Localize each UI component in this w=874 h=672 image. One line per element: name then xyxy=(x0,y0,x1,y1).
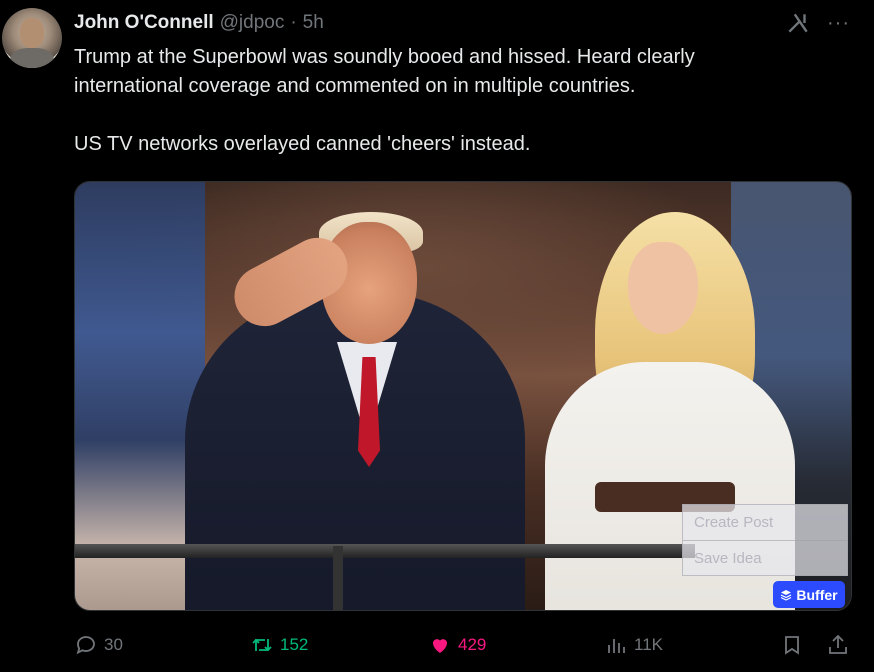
buffer-logo-icon xyxy=(781,589,792,601)
views-icon xyxy=(608,639,625,653)
photo-woman-face xyxy=(628,242,698,334)
repost-icon xyxy=(252,638,272,652)
post-media-photo[interactable]: Create Post Save Idea Buffer xyxy=(74,181,852,611)
post-text-paragraph-1: Trump at the Superbowl was soundly booed… xyxy=(74,46,695,97)
bookmark-icon xyxy=(785,636,799,655)
post-time[interactable]: 5h xyxy=(303,12,324,34)
photo-railing-post xyxy=(333,546,343,610)
buffer-button[interactable]: Buffer xyxy=(773,581,845,608)
repost-count: 152 xyxy=(280,635,309,654)
bookmark-button[interactable] xyxy=(780,629,804,661)
share-icon xyxy=(829,634,847,654)
more-options-icon[interactable]: ··· xyxy=(827,10,850,36)
avatar-shirt xyxy=(10,48,54,68)
views-count: 11K xyxy=(634,635,663,654)
post-text-paragraph-2: US TV networks overlayed canned 'cheers'… xyxy=(74,133,531,155)
author-name[interactable]: John O'Connell xyxy=(74,12,214,34)
author-avatar[interactable] xyxy=(2,8,62,68)
post-actions: 30 152 429 11K xyxy=(74,629,854,661)
buffer-save-idea[interactable]: Save Idea xyxy=(683,540,847,575)
grok-icon[interactable] xyxy=(785,10,811,36)
buffer-create-post[interactable]: Create Post xyxy=(683,505,847,540)
reply-icon xyxy=(76,636,95,655)
like-button[interactable]: 429 xyxy=(428,629,486,661)
post-header: John O'Connell @jdpoc · 5h xyxy=(74,12,324,36)
avatar-face xyxy=(20,18,44,48)
author-handle[interactable]: @jdpoc xyxy=(220,12,285,34)
heart-icon xyxy=(433,639,447,653)
post-text: Trump at the Superbowl was soundly booed… xyxy=(74,43,854,159)
buffer-button-label: Buffer xyxy=(796,586,838,603)
repost-button[interactable]: 152 xyxy=(250,629,308,661)
reply-button[interactable]: 30 xyxy=(74,629,123,661)
buffer-menu: Create Post Save Idea xyxy=(682,504,848,576)
reply-count: 30 xyxy=(104,635,123,654)
header-separator: · xyxy=(290,12,297,33)
post-top-icons: ··· xyxy=(785,10,850,36)
views-button[interactable]: 11K xyxy=(604,629,663,661)
like-count: 429 xyxy=(458,635,487,654)
photo-railing xyxy=(75,544,695,558)
share-button[interactable] xyxy=(826,629,850,661)
